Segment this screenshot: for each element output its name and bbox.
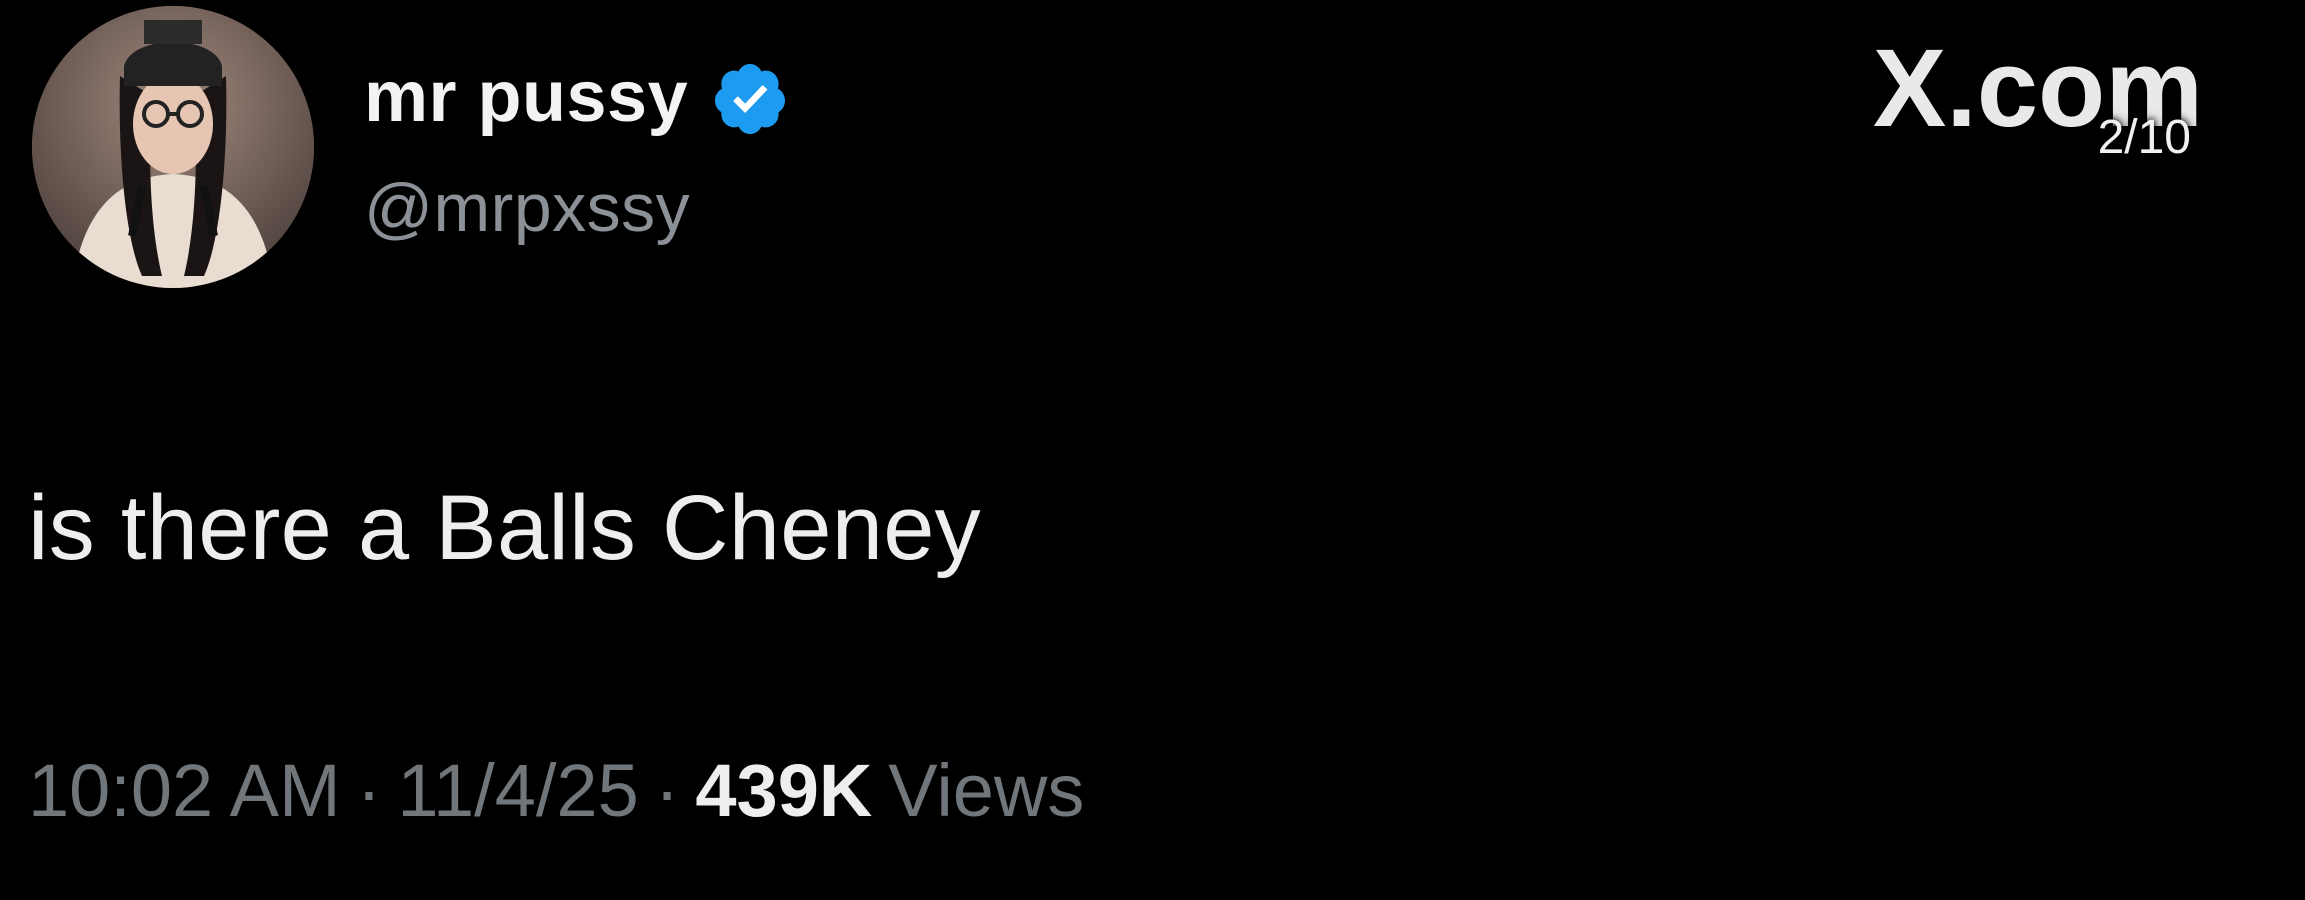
views-label: Views [888, 749, 1085, 832]
author-name-row: mr pussy [364, 52, 790, 142]
display-name[interactable]: mr pussy [364, 61, 688, 133]
tweet-time[interactable]: 10:02 AM [28, 754, 341, 828]
tweet-meta: 10:02 AM · 11/4/25 · 439K Views [28, 754, 1084, 828]
brand-watermark: X.com 2/10 [1853, 32, 2253, 172]
avatar-image [32, 6, 314, 288]
author-handle[interactable]: @mrpxssy [364, 174, 690, 242]
avatar[interactable] [32, 6, 314, 288]
tweet-date[interactable]: 11/4/25 [397, 754, 638, 828]
page-indicator: 2/10 [2097, 111, 2191, 164]
views-count[interactable]: 439K [695, 754, 872, 828]
verified-badge-icon [715, 64, 786, 134]
meta-separator: · [654, 749, 680, 832]
tweet-text: is there a Balls Cheney [28, 477, 981, 579]
meta-separator: · [356, 749, 382, 832]
tweet-card: mr pussy @mrpxssy X.com 2/10 is there a … [0, 0, 2305, 900]
